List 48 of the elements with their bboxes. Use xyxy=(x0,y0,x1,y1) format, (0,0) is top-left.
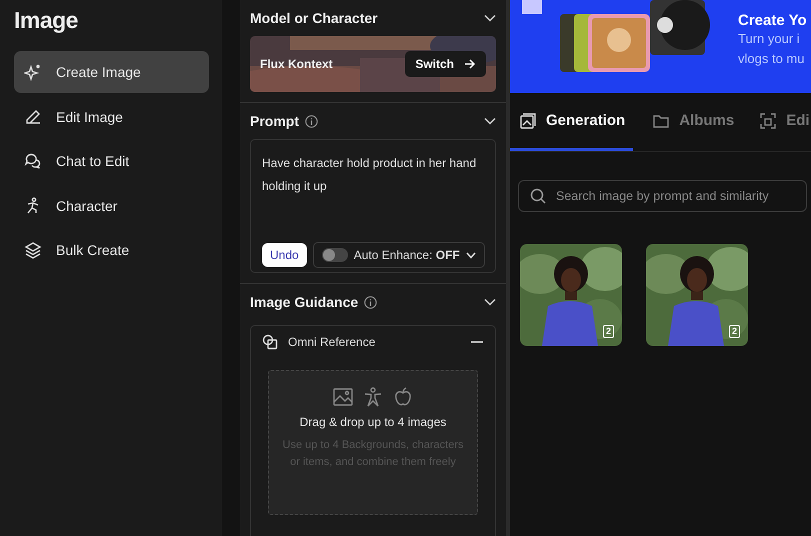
banner-text: vlogs to mu xyxy=(738,50,806,68)
sparkle-icon xyxy=(24,63,42,81)
result-thumbnail[interactable]: 2 xyxy=(520,244,622,346)
person-icon xyxy=(363,387,383,407)
folder-icon xyxy=(653,112,670,128)
info-icon[interactable] xyxy=(364,296,378,308)
sidebar-item[interactable]: Create Image xyxy=(14,51,209,93)
gallery-icon xyxy=(520,112,536,128)
layers-icon xyxy=(24,241,42,259)
toggle-switch[interactable] xyxy=(322,248,348,262)
pencil-icon xyxy=(24,108,42,126)
section-title: Model or Character xyxy=(250,10,378,26)
banner-text: Turn your i xyxy=(738,30,801,48)
shapes-icon xyxy=(262,334,278,350)
promo-banner[interactable]: Create Yo Turn your i vlogs to mu xyxy=(510,0,811,93)
banner-title: Create Yo xyxy=(738,12,807,29)
section-title: Prompt xyxy=(250,113,299,129)
result-thumbnail[interactable]: 2 xyxy=(646,244,748,346)
tab[interactable]: Generation xyxy=(510,93,634,151)
sidebar-item[interactable]: Edit Image xyxy=(14,96,209,138)
chat-icon xyxy=(24,152,42,170)
count-badge: 2 xyxy=(602,325,614,338)
chevron-icon[interactable] xyxy=(484,117,496,125)
undo-button[interactable]: Undo xyxy=(262,243,307,267)
info-icon[interactable] xyxy=(305,114,318,128)
prompt-field[interactable]: Have character hold product in her hand holding it up xyxy=(262,152,491,242)
search-field[interactable]: Search image by prompt and similarity xyxy=(518,180,807,212)
frame-icon xyxy=(760,112,776,128)
chevron-icon[interactable] xyxy=(484,14,496,22)
search-icon xyxy=(530,188,546,204)
arrow-icon xyxy=(464,58,476,70)
apple-icon xyxy=(393,387,413,407)
chevron-icon[interactable] xyxy=(484,298,496,306)
switch-button[interactable]: Switch xyxy=(405,51,486,77)
chevron-icon[interactable] xyxy=(466,252,476,258)
sidebar-title: Image xyxy=(14,6,79,35)
sidebar-item[interactable]: Chat to Edit xyxy=(14,140,209,182)
tab[interactable]: Edi xyxy=(760,93,811,151)
model-name: Flux Kontext xyxy=(260,57,333,71)
section-title: Image Guidance xyxy=(250,294,358,310)
count-badge: 2 xyxy=(728,325,740,338)
tab[interactable]: Albums xyxy=(653,93,740,151)
sidebar-item[interactable]: Character xyxy=(14,184,209,226)
drop-title: Drag & drop up to 4 images xyxy=(300,415,446,429)
sidebar-item[interactable]: Bulk Create xyxy=(14,229,209,271)
section-title: Omni Reference xyxy=(288,335,376,349)
image-icon xyxy=(333,388,353,406)
auto-enhance-label: Auto Enhance: OFF xyxy=(354,248,460,262)
